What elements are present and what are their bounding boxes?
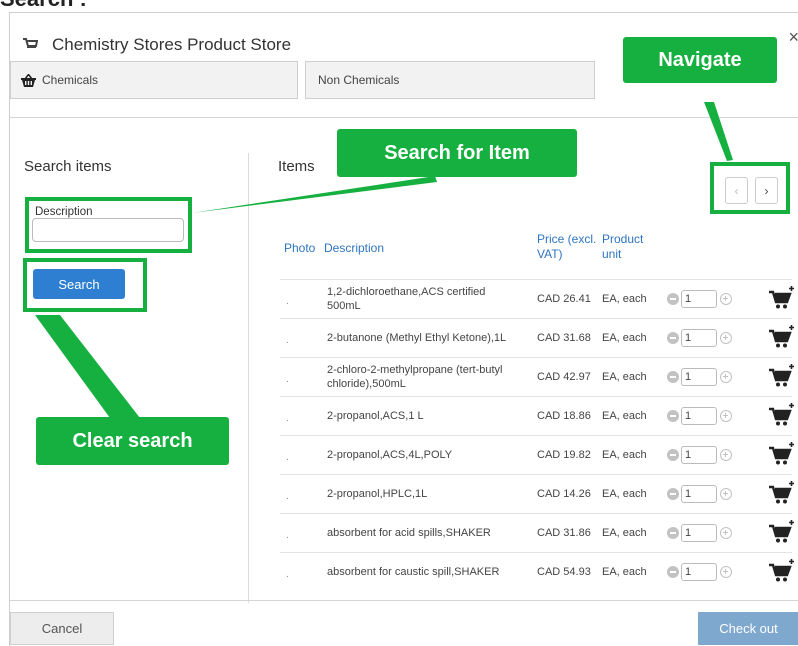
navigate-pointer — [704, 102, 733, 161]
search-for-item-callout: Search for Item — [337, 129, 577, 177]
clear-search-pointer — [35, 315, 140, 418]
pager-highlight — [710, 162, 790, 214]
annotation-arrows — [35, 102, 733, 418]
clear-search-callout: Clear search — [36, 417, 229, 465]
search-button-highlight — [23, 258, 147, 312]
description-highlight — [25, 197, 192, 253]
search-item-pointer — [192, 176, 437, 213]
navigate-callout: Navigate — [623, 37, 777, 83]
